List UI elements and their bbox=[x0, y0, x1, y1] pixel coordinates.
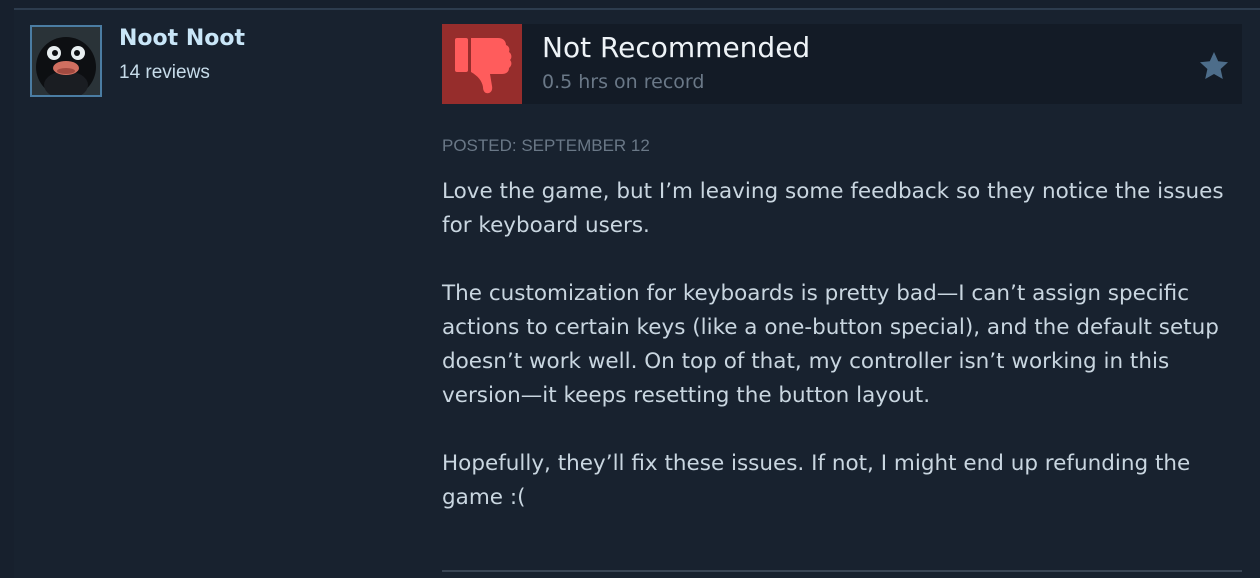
penguin-avatar-icon bbox=[32, 27, 100, 95]
thumbs-down-icon bbox=[455, 38, 512, 94]
verdict-title: Not Recommended bbox=[542, 31, 811, 64]
playtime-on-record: 0.5 hrs on record bbox=[542, 71, 705, 93]
review-paragraph: Love the game, but I’m leaving some feed… bbox=[442, 179, 1224, 238]
author-review-count[interactable]: 14 reviews bbox=[119, 62, 210, 84]
star-icon bbox=[1200, 52, 1228, 79]
author-name[interactable]: Noot Noot bbox=[119, 26, 245, 51]
review-paragraph: Hopefully, they’ll fix these issues. If … bbox=[442, 451, 1191, 510]
posted-date: POSTED: SEPTEMBER 12 bbox=[442, 136, 650, 155]
award-button[interactable] bbox=[1198, 50, 1230, 82]
review-bottom-divider bbox=[442, 570, 1242, 572]
verdict-icon-tile bbox=[442, 24, 522, 104]
review-body: Love the game, but I’m leaving some feed… bbox=[442, 175, 1232, 549]
review-paragraph: The customization for keyboards is prett… bbox=[442, 281, 1219, 408]
author-avatar[interactable] bbox=[30, 25, 102, 97]
review-verdict-header[interactable]: Not Recommended 0.5 hrs on record bbox=[442, 24, 1242, 104]
